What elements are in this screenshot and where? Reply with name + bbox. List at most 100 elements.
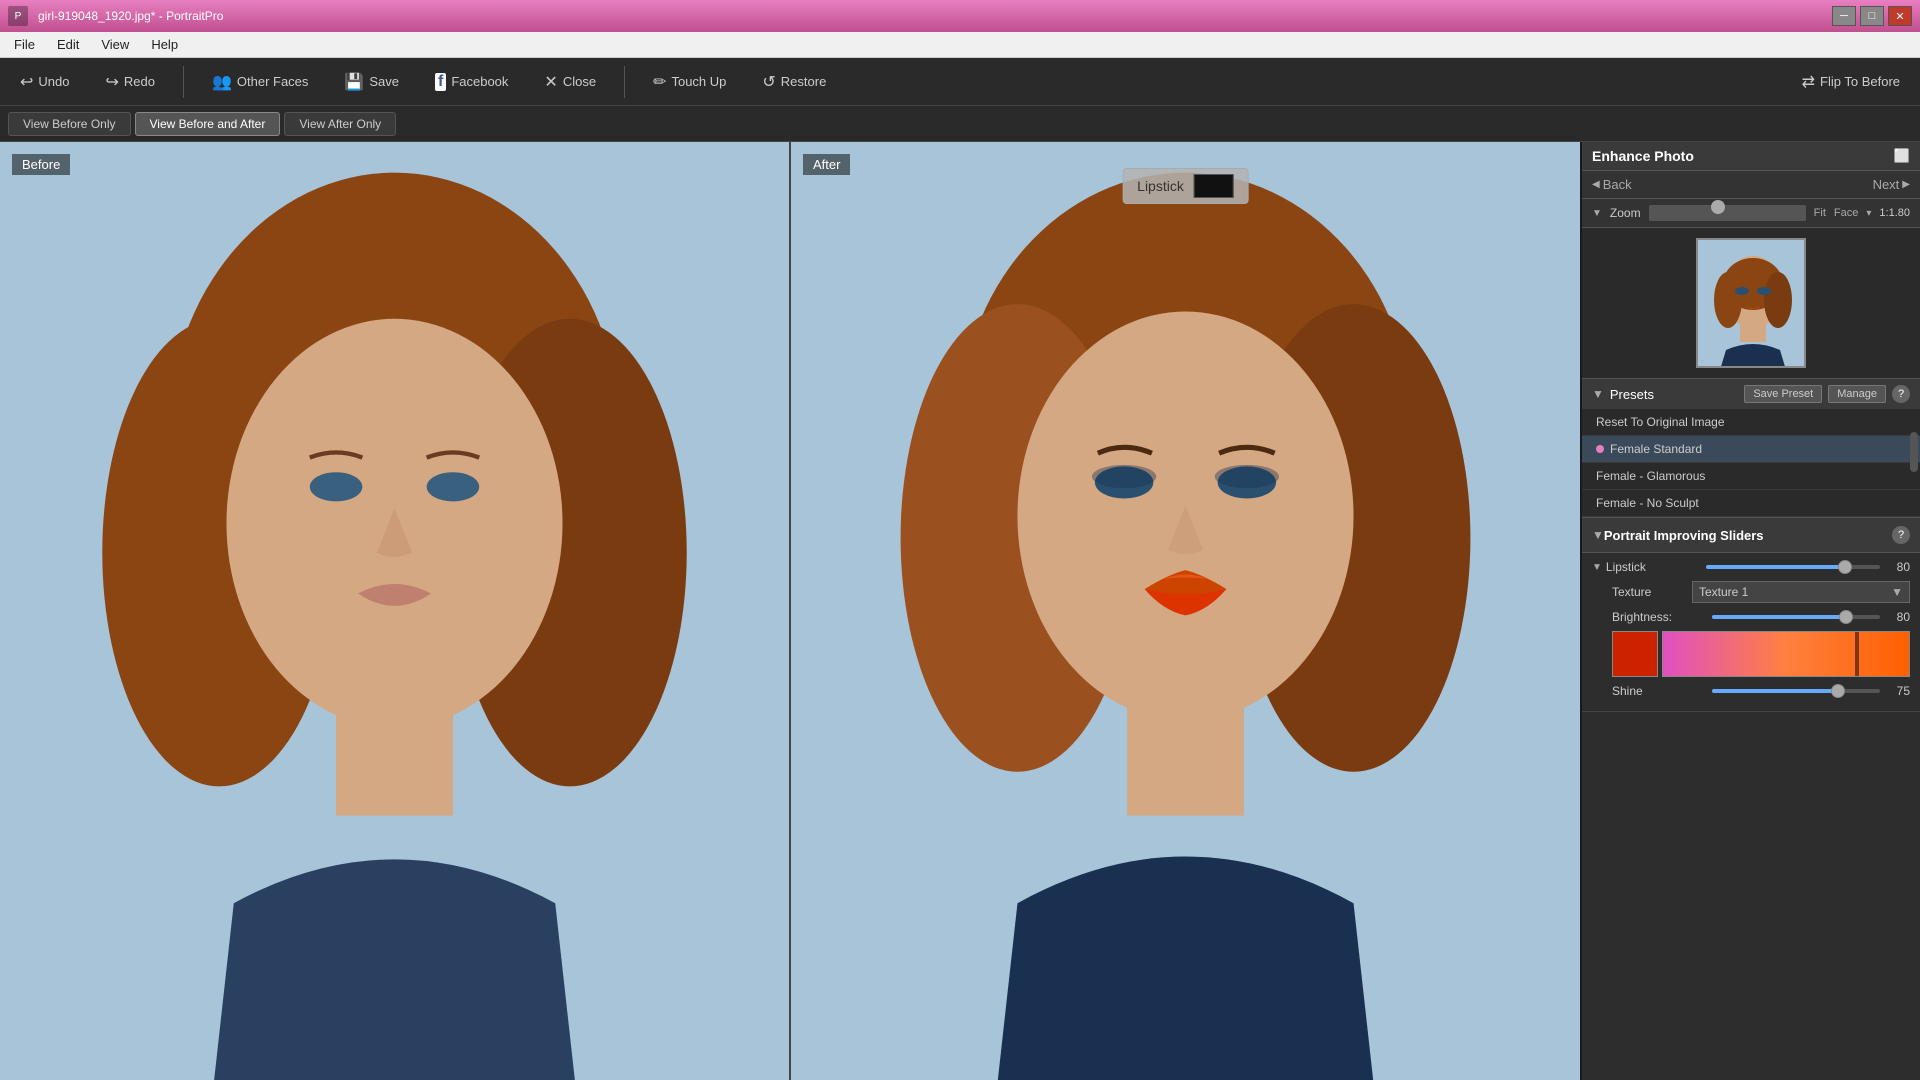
- sliders-help-icon[interactable]: ?: [1892, 526, 1910, 544]
- main-content: Before: [0, 142, 1920, 1080]
- titlebar-controls: ─ □ ✕: [1832, 6, 1912, 26]
- preset-item-reset[interactable]: Reset To Original Image: [1582, 409, 1920, 436]
- other-faces-label: Other Faces: [237, 74, 309, 89]
- texture-dropdown-arrow-icon: ▼: [1891, 585, 1903, 599]
- presets-help-icon[interactable]: ?: [1892, 385, 1910, 403]
- shine-slider-track-container[interactable]: [1712, 683, 1880, 699]
- zoom-stepper-icon[interactable]: ▾: [1866, 208, 1871, 219]
- close-icon: ✕: [544, 72, 557, 92]
- menu-file[interactable]: File: [4, 35, 45, 54]
- view-after-only-button[interactable]: View After Only: [284, 112, 396, 136]
- back-button[interactable]: ◀ Back: [1592, 177, 1632, 192]
- zoom-row: ▼ Zoom Fit Face ▾ 1:1.80: [1582, 199, 1920, 228]
- lipstick-slider-row: ▼ Lipstick 80: [1592, 559, 1910, 575]
- redo-button[interactable]: ↪ Redo: [97, 68, 162, 96]
- preset-active-dot: [1596, 445, 1604, 453]
- brush-icon: ✏: [653, 72, 666, 92]
- back-label: Back: [1603, 177, 1632, 192]
- flip-to-before-button[interactable]: ⇄ Flip To Before: [1794, 68, 1908, 96]
- close-button[interactable]: ✕ Close: [536, 68, 604, 96]
- minimize-button[interactable]: ─: [1832, 6, 1856, 26]
- zoom-thumb[interactable]: [1711, 200, 1725, 214]
- menu-view[interactable]: View: [91, 35, 139, 54]
- lipstick-slider-thumb[interactable]: [1838, 560, 1852, 574]
- sliders-title: Portrait Improving Sliders: [1604, 528, 1892, 543]
- close-label: Close: [563, 74, 596, 89]
- undo-button[interactable]: ↩ Undo: [12, 68, 77, 96]
- thumbnail-area: [1582, 228, 1920, 379]
- expand-icon[interactable]: ⬜: [1894, 148, 1910, 164]
- preset-glamorous-label: Female - Glamorous: [1596, 469, 1705, 483]
- brightness-slider-track-container[interactable]: [1712, 609, 1880, 625]
- restore-label: Restore: [781, 74, 827, 89]
- lipstick-slider-track: [1706, 565, 1880, 569]
- after-face-image: [791, 142, 1580, 1080]
- shine-slider-thumb[interactable]: [1831, 684, 1845, 698]
- texture-label: Texture: [1592, 585, 1692, 599]
- titlebar-title: girl-919048_1920.jpg* - PortraitPro: [28, 9, 1832, 23]
- lipstick-slider-track-container[interactable]: [1706, 559, 1880, 575]
- lipstick-color-swatch[interactable]: [1194, 174, 1234, 198]
- undo-icon: ↩: [20, 72, 33, 92]
- sliders-arrow-icon[interactable]: ▼: [1592, 528, 1604, 542]
- view-before-only-button[interactable]: View Before Only: [8, 112, 131, 136]
- viewbar: View Before Only View Before and After V…: [0, 106, 1920, 142]
- maximize-button[interactable]: □: [1860, 6, 1884, 26]
- brightness-slider-label: Brightness:: [1612, 610, 1712, 624]
- lipstick-overlay[interactable]: Lipstick: [1122, 168, 1249, 204]
- presets-title: Presets: [1610, 387, 1738, 402]
- brightness-slider-row: Brightness: 80: [1592, 609, 1910, 625]
- next-button[interactable]: Next ▶: [1873, 177, 1910, 192]
- scroll-indicator[interactable]: [1910, 432, 1918, 472]
- manage-preset-button[interactable]: Manage: [1828, 385, 1886, 403]
- thumbnail-image: [1698, 240, 1804, 366]
- facebook-icon: f: [435, 73, 446, 91]
- save-preset-button[interactable]: Save Preset: [1744, 385, 1822, 403]
- preset-item-female-standard[interactable]: Female Standard: [1582, 436, 1920, 463]
- texture-row: Texture Texture 1 ▼: [1592, 581, 1910, 603]
- zoom-track: [1649, 205, 1806, 221]
- color-swatch[interactable]: [1612, 631, 1658, 677]
- menu-edit[interactable]: Edit: [47, 35, 89, 54]
- brightness-slider-thumb[interactable]: [1839, 610, 1853, 624]
- view-before-and-after-button[interactable]: View Before and After: [135, 112, 281, 136]
- restore-button[interactable]: ↺ Restore: [754, 68, 834, 96]
- lipstick-collapse-icon[interactable]: ▼: [1592, 562, 1602, 573]
- lipstick-slider-section: ▼ Lipstick 80 Texture Texture 1: [1582, 553, 1920, 712]
- zoom-face-button[interactable]: Face: [1834, 207, 1858, 219]
- shine-slider-label: Shine: [1612, 684, 1712, 698]
- redo-icon: ↪: [105, 72, 118, 92]
- facebook-button[interactable]: f Facebook: [427, 69, 516, 95]
- close-window-button[interactable]: ✕: [1888, 6, 1912, 26]
- thumbnail-frame[interactable]: [1696, 238, 1806, 368]
- color-bar-row: [1592, 631, 1910, 677]
- enhance-title: Enhance Photo: [1592, 148, 1894, 164]
- preset-item-glamorous[interactable]: Female - Glamorous: [1582, 463, 1920, 490]
- texture-select[interactable]: Texture 1 ▼: [1692, 581, 1910, 603]
- back-arrow-icon: ◀: [1592, 179, 1600, 190]
- touch-up-button[interactable]: ✏ Touch Up: [645, 68, 734, 96]
- presets-header: ▼ Presets Save Preset Manage ?: [1582, 379, 1920, 409]
- save-icon: 💾: [344, 72, 364, 92]
- preset-item-no-sculpt[interactable]: Female - No Sculpt: [1582, 490, 1920, 517]
- menu-help[interactable]: Help: [141, 35, 188, 54]
- flip-icon: ⇄: [1802, 72, 1815, 92]
- after-label: After: [803, 154, 850, 175]
- color-gradient-bar[interactable]: [1662, 631, 1910, 677]
- zoom-fit-button[interactable]: Fit: [1814, 207, 1826, 219]
- lipstick-slider-label: Lipstick: [1606, 560, 1706, 574]
- preset-female-standard-label: Female Standard: [1610, 442, 1702, 456]
- preset-reset-label: Reset To Original Image: [1596, 415, 1725, 429]
- before-panel: Before: [0, 142, 789, 1080]
- other-faces-button[interactable]: 👥 Other Faces: [204, 68, 316, 96]
- presets-arrow-icon[interactable]: ▼: [1592, 387, 1604, 401]
- color-gradient-cursor: [1855, 632, 1859, 676]
- restore-icon: ↺: [762, 72, 775, 92]
- separator-2: [624, 66, 625, 98]
- zoom-slider[interactable]: [1649, 205, 1806, 221]
- enhance-header: Enhance Photo ⬜: [1582, 142, 1920, 171]
- sliders-header: ▼ Portrait Improving Sliders ?: [1582, 518, 1920, 553]
- next-arrow-icon: ▶: [1902, 179, 1910, 190]
- save-button[interactable]: 💾 Save: [336, 68, 407, 96]
- texture-value: Texture 1: [1699, 585, 1748, 599]
